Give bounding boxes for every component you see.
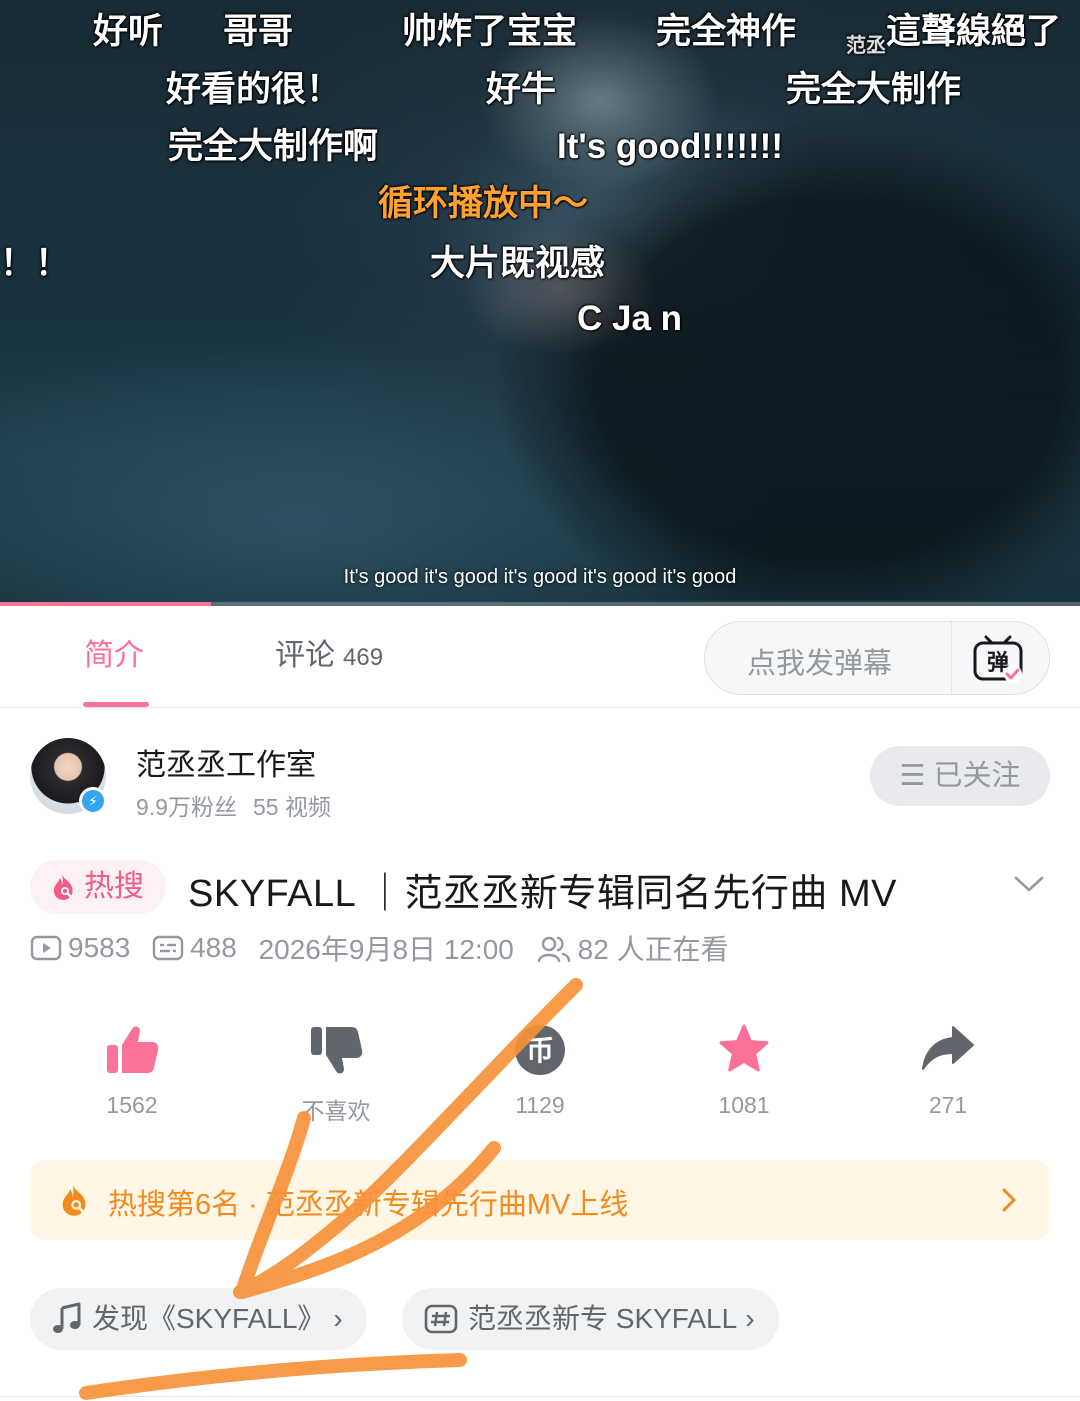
followed-button[interactable]: ☰ 已关注 <box>870 746 1050 806</box>
danmaku-count: 488 <box>152 932 237 964</box>
danmaku-input[interactable]: 点我发弹幕 <box>747 640 892 682</box>
danmaku-comment: 帅炸了宝宝 <box>402 12 578 51</box>
chevron-right-icon <box>1002 1188 1016 1212</box>
tab-comments[interactable]: 评论 469 <box>275 634 383 678</box>
chevron-right-icon: › <box>745 1303 755 1334</box>
hot-search-banner[interactable]: 热搜第6名 · 范丞丞新专辑先行曲MV上线 <box>30 1160 1050 1240</box>
music-chip[interactable]: 发现《SKYFALL》 › <box>30 1288 367 1350</box>
danmaku-comment: 范丞 <box>846 35 886 57</box>
danmaku-toggle-button[interactable]: 弹 <box>971 634 1025 684</box>
share-count: 271 <box>928 1092 968 1118</box>
danmaku-comment: 好看的很！ <box>166 70 342 109</box>
viewers-icon <box>537 936 570 963</box>
comment-count: 469 <box>343 644 384 671</box>
tab-intro[interactable]: 简介 <box>84 634 144 678</box>
danmaku-comment: ！！ <box>0 244 71 283</box>
hot-search-text: 热搜第6名 · 范丞丞新专辑先行曲MV上线 <box>108 1189 629 1221</box>
tab-intro-label: 简介 <box>84 639 144 672</box>
followed-label: 已关注 <box>933 760 1021 792</box>
video-meta: 9583 488 2026年9月8日 12:00 82 人正在看 <box>30 928 1050 972</box>
play-count-value: 9583 <box>68 932 131 963</box>
hot-search-icon <box>62 1184 86 1216</box>
favorite-button[interactable]: 1081 <box>642 1020 846 1119</box>
star-icon <box>719 1024 769 1072</box>
coin-count: 1129 <box>515 1092 565 1118</box>
watching-now-value: 82 人正在看 <box>577 934 729 965</box>
topic-chip-label: 范丞丞新专 SKYFALL <box>468 1303 738 1334</box>
danmaku-comment: It's good!!!!!!! <box>557 127 783 166</box>
chevron-down-icon[interactable] <box>1012 872 1046 896</box>
danmaku-input-box: 点我发弹幕 弹 <box>704 621 1050 695</box>
action-bar: 1562 不喜欢 币 1129 1081 271 <box>30 1020 1050 1130</box>
active-tab-indicator <box>83 702 149 707</box>
danmaku-comment: 完全大制作 <box>786 70 962 109</box>
coin-glyph: 币 <box>526 1034 554 1067</box>
danmaku-comment: 好听 <box>93 12 164 51</box>
danmaku-comment: 哥哥 <box>223 12 294 51</box>
danmaku-comment: 循环播放中～ <box>378 184 589 223</box>
video-title-row: 热搜 SKYFALL ｜范丞丞新专辑同名先行曲 MV <box>30 858 1050 916</box>
menu-icon: ☰ <box>899 760 926 792</box>
uploader-stats: 9.9万粉丝 55 视频 <box>136 788 331 822</box>
video-count: 55 视频 <box>252 794 331 820</box>
uploader-name[interactable]: 范丞丞工作室 <box>136 740 316 784</box>
danmaku-count-value: 488 <box>190 932 237 963</box>
play-count: 9583 <box>30 932 130 964</box>
video-player[interactable]: 好听 哥哥 帅炸了宝宝 完全神作 范丞 這聲線絕了 好看的很！ 好牛 完全大制作… <box>0 0 1080 606</box>
dislike-label: 不喜欢 <box>301 1098 371 1124</box>
verified-bolt-icon: ⚡ <box>79 787 107 815</box>
danmaku-tv-icon: 弹 <box>973 635 1023 683</box>
video-title: SKYFALL ｜范丞丞新专辑同名先行曲 MV <box>188 873 897 915</box>
danmaku-comment: 這聲線絕了 <box>886 12 1062 51</box>
publish-date: 2026年9月8日 12:00 <box>258 934 514 965</box>
danmaku-comment: 完全神作 <box>656 12 797 51</box>
hot-search-tag[interactable]: 热搜 <box>30 860 166 914</box>
chevron-right-icon: › <box>333 1303 343 1334</box>
topic-hash-icon <box>424 1304 458 1334</box>
uploader-card: ⚡ 范丞丞工作室 9.9万粉丝 55 视频 ☰ 已关注 <box>30 738 1050 820</box>
like-button[interactable]: 1562 <box>30 1020 234 1119</box>
dislike-button[interactable]: 不喜欢 <box>234 1020 438 1126</box>
coin-button[interactable]: 币 1129 <box>438 1020 642 1119</box>
danmaku-comment: 大片既视感 <box>430 244 606 283</box>
hot-search-icon <box>53 874 73 900</box>
tab-bar: 简介 评论 469 点我发弹幕 弹 <box>0 606 1080 708</box>
danmaku-comment: 完全大制作啊 <box>168 127 379 166</box>
like-count: 1562 <box>106 1092 158 1118</box>
coin-icon: 币 <box>515 1025 565 1075</box>
thumbs-up-icon <box>107 1026 159 1073</box>
thumbs-down-icon <box>311 1027 363 1074</box>
tab-comments-label: 评论 <box>275 639 335 672</box>
music-chip-label: 发现《SKYFALL》 <box>92 1303 326 1334</box>
video-subtitle: It's good it's good it's good it's good … <box>343 566 737 588</box>
danmaku-comment: 好牛 <box>486 70 557 109</box>
favorite-count: 1081 <box>718 1092 770 1118</box>
share-arrow-icon <box>922 1026 974 1070</box>
music-note-icon <box>53 1302 81 1333</box>
hot-search-label: 热搜 <box>84 870 144 903</box>
topic-chip[interactable]: 范丞丞新专 SKYFALL › <box>402 1288 779 1350</box>
fan-count: 9.9万粉丝 <box>136 794 237 820</box>
danmaku-comment: C Ja n <box>577 299 683 338</box>
play-count-icon <box>30 935 62 961</box>
danmaku-count-icon <box>152 935 184 961</box>
watching-now: 82 人正在看 <box>536 928 729 968</box>
share-button[interactable]: 271 <box>846 1020 1050 1119</box>
